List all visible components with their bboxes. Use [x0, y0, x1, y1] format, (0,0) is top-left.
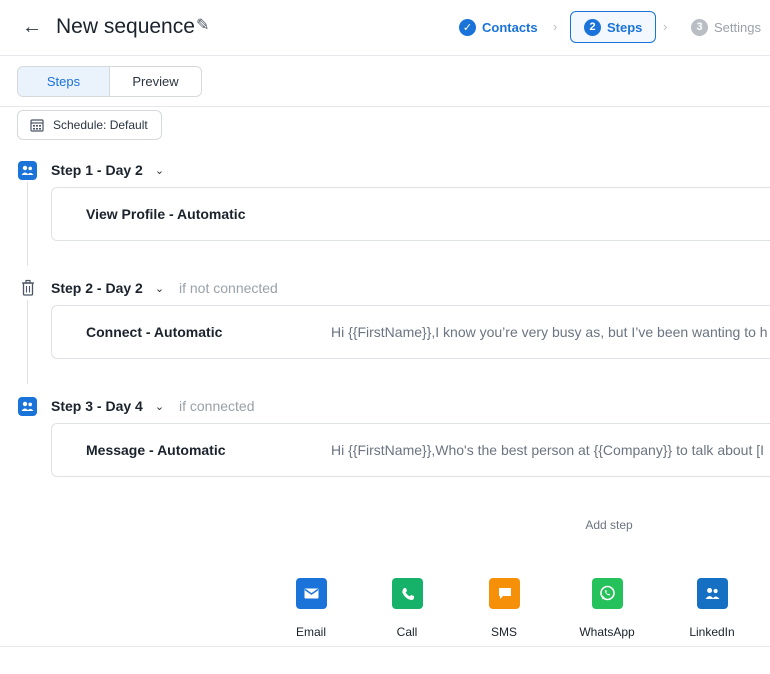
step-message-preview: Hi {{FirstName}},I know you’re very busy… [331, 324, 768, 340]
timeline-line [27, 300, 28, 384]
step-message-preview: Hi {{FirstName}},Who's the best person a… [331, 442, 765, 458]
check-circle-icon: ✓ [459, 18, 476, 36]
channel-label: SMS [490, 625, 517, 639]
schedule-label: Schedule: Default [53, 118, 148, 132]
step-action: Connect - Automatic [86, 324, 223, 340]
step-action: View Profile - Automatic [86, 206, 246, 222]
step-1-card[interactable]: View Profile - Automatic [51, 187, 770, 241]
chevron-down-icon: ⌄ [154, 400, 165, 413]
phone-icon [392, 578, 423, 609]
page-header: ← New sequence ✎ ✓ Contacts › 2 Steps › … [0, 0, 770, 56]
channel-label: Email [295, 625, 326, 639]
add-email-step-button[interactable]: Email [266, 578, 356, 644]
divider [0, 106, 770, 107]
view-toggle: Steps Preview [17, 66, 202, 97]
add-linkedin-step-button[interactable]: LinkedIn [667, 578, 757, 644]
step-3-condition: if connected [179, 398, 255, 414]
timeline-line [27, 182, 28, 266]
chevron-down-icon: ⌄ [154, 164, 165, 177]
step-1-title: Step 1 - Day 2 [51, 162, 143, 178]
stepper-item-contacts[interactable]: ✓ Contacts [459, 11, 538, 43]
step-2-header[interactable]: Step 2 - Day 2 ⌄ [51, 278, 164, 298]
stepper-label-steps: Steps [607, 19, 643, 35]
page-title: New sequence [56, 15, 195, 38]
step-2-condition: if not connected [179, 280, 278, 296]
edit-title-icon[interactable]: ✎ [196, 15, 216, 37]
stepper-chevron-icon: › [553, 19, 558, 34]
sms-icon [489, 578, 520, 609]
stepper-label-settings: Settings [714, 19, 761, 35]
add-sms-step-button[interactable]: SMS [459, 578, 549, 644]
channel-label: Call [396, 625, 418, 639]
add-whatsapp-step-button[interactable]: WhatsApp [562, 578, 652, 644]
email-icon [296, 578, 327, 609]
step-3-title: Step 3 - Day 4 [51, 398, 143, 414]
linkedin-people-icon [18, 161, 37, 180]
stepper-item-settings[interactable]: 3 Settings [691, 11, 761, 43]
step-2-card[interactable]: Connect - Automatic Hi {{FirstName}},I k… [51, 305, 770, 359]
chevron-down-icon: ⌄ [154, 282, 165, 295]
trash-icon[interactable] [20, 279, 36, 297]
stepper-chevron-icon: › [663, 19, 668, 34]
add-call-step-button[interactable]: Call [362, 578, 452, 644]
step-2-title: Step 2 - Day 2 [51, 280, 143, 296]
add-step-label: Add step [585, 518, 633, 532]
step-number-badge: 2 [584, 18, 601, 36]
divider [0, 646, 770, 647]
tab-steps[interactable]: Steps [18, 67, 110, 96]
step-3-card[interactable]: Message - Automatic Hi {{FirstName}},Who… [51, 423, 770, 477]
stepper-item-steps[interactable]: 2 Steps [570, 11, 657, 43]
step-action: Message - Automatic [86, 442, 226, 458]
channel-label: LinkedIn [689, 625, 735, 639]
whatsapp-icon [592, 578, 623, 609]
schedule-button[interactable]: Schedule: Default [17, 110, 162, 140]
linkedin-people-icon [18, 397, 37, 416]
tab-preview[interactable]: Preview [110, 67, 201, 96]
step-3-header[interactable]: Step 3 - Day 4 ⌄ [51, 396, 164, 416]
stepper-label-contacts: Contacts [482, 19, 538, 35]
channel-label: WhatsApp [579, 625, 635, 639]
step-number-badge: 3 [691, 18, 708, 36]
step-1-header[interactable]: Step 1 - Day 2 ⌄ [51, 160, 164, 180]
linkedin-people-icon [697, 578, 728, 609]
back-arrow-icon[interactable]: ← [22, 14, 44, 40]
calendar-icon [30, 119, 44, 132]
